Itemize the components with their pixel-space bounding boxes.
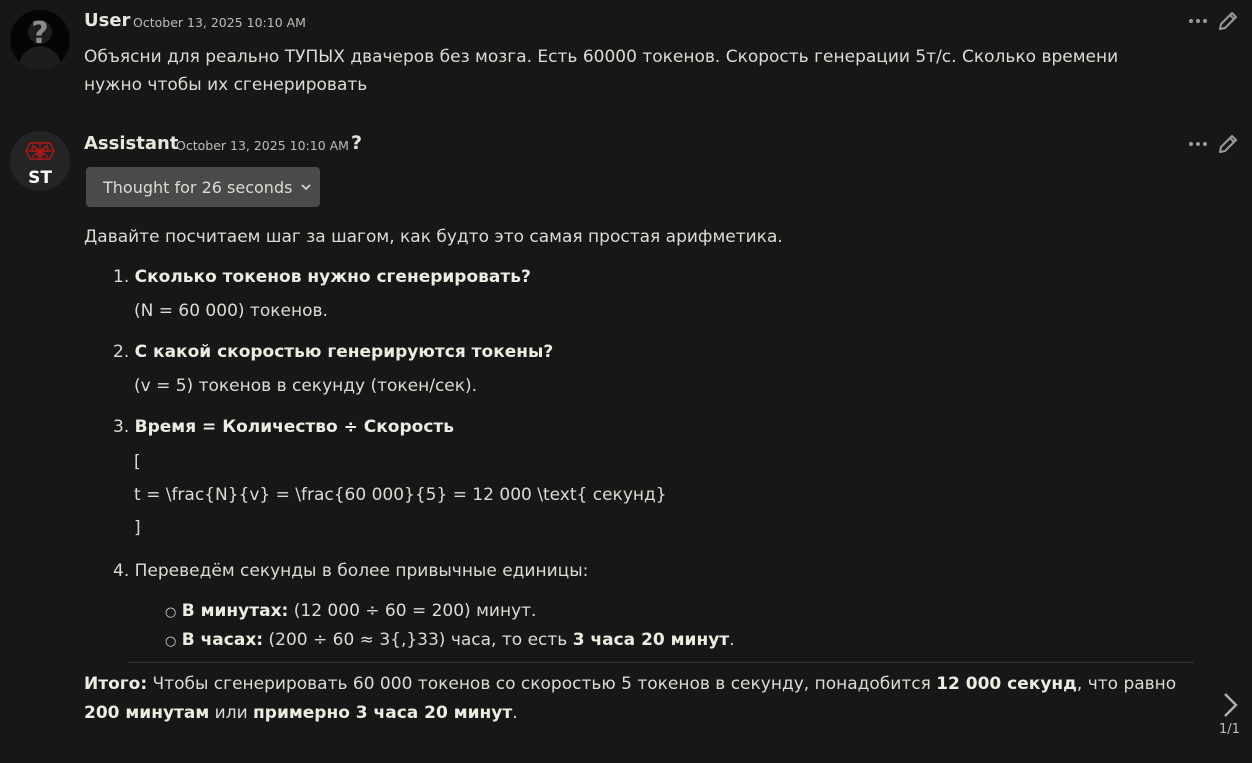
intro-text: Давайте посчитаем шаг за шагом, как будт… [84, 227, 783, 247]
bullet-circle-icon: ○ [165, 634, 177, 649]
bullet-minutes: ○ В минутах: (12 000 ÷ 60 = 200) минут. [165, 601, 537, 621]
step-4-title: Переведём секунды в более привычные един… [134, 561, 589, 581]
formula-text: t = \frac{N}{v} = \frac{60 000}{5} = 12 … [134, 485, 667, 505]
thought-toggle-button[interactable]: Thought for 26 seconds [86, 167, 320, 207]
user-text-line-2: нужно чтобы их сгенерировать [84, 75, 368, 95]
step-2-detail: (v = 5) токенов в секунду (токен/сек). [134, 376, 478, 396]
assistant-timestamp: October 13, 2025 10:10 AM [176, 138, 349, 153]
silhouette-icon: ? [10, 10, 70, 70]
assistant-name: Assistant [84, 133, 179, 154]
user-timestamp: October 13, 2025 10:10 AM [133, 15, 306, 30]
formula-open: [ [134, 452, 141, 472]
summary-line-1: Итого: Чтобы сгенерировать 60 000 токено… [84, 674, 1177, 694]
step-3: 3. Время = Количество ÷ Скорость [113, 417, 454, 437]
bullet-hours: ○ В часах: (200 ÷ 60 ≈ 3{,}33) часа, то … [165, 630, 735, 650]
step-1-detail: (N = 60 000) токенов. [134, 301, 328, 321]
step-1-title: Сколько токенов нужно сгенерировать? [134, 267, 531, 287]
divider [128, 662, 1194, 663]
user-text-line-1: Объясни для реально ТУПЫХ двачеров без м… [84, 47, 1119, 67]
svg-text:?: ? [31, 16, 48, 51]
formula-close: ] [134, 518, 141, 538]
svg-text:ST: ST [28, 168, 52, 188]
step-2: 2. С какой скоростью генерируются токены… [113, 342, 554, 362]
bullet-circle-icon: ○ [165, 605, 177, 620]
step-2-title: С какой скоростью генерируются токены? [134, 342, 554, 362]
chevron-right-icon[interactable] [1220, 690, 1242, 720]
summary-line-2: 200 минутам или примерно 3 часа 20 минут… [84, 703, 518, 723]
step-4: 4. Переведём секунды в более привычные е… [113, 561, 589, 581]
assistant-avatar[interactable]: ST [10, 131, 70, 191]
step-3-title: Время = Количество ÷ Скорость [134, 417, 454, 437]
chevron-down-icon [301, 184, 312, 191]
pencil-icon[interactable] [1217, 133, 1239, 155]
step-1: 1. Сколько токенов нужно сгенерировать? [113, 267, 531, 287]
ellipsis-icon[interactable] [1187, 14, 1209, 28]
ellipsis-icon[interactable] [1187, 137, 1209, 151]
st-logo-icon: ST [10, 131, 70, 191]
user-name: User [84, 10, 131, 31]
swipe-counter: 1/1 [1219, 722, 1240, 737]
help-icon[interactable]: ? [351, 132, 362, 154]
pencil-icon[interactable] [1217, 10, 1239, 32]
thought-label: Thought for 26 seconds [103, 177, 293, 197]
user-avatar[interactable]: ? [10, 10, 70, 70]
